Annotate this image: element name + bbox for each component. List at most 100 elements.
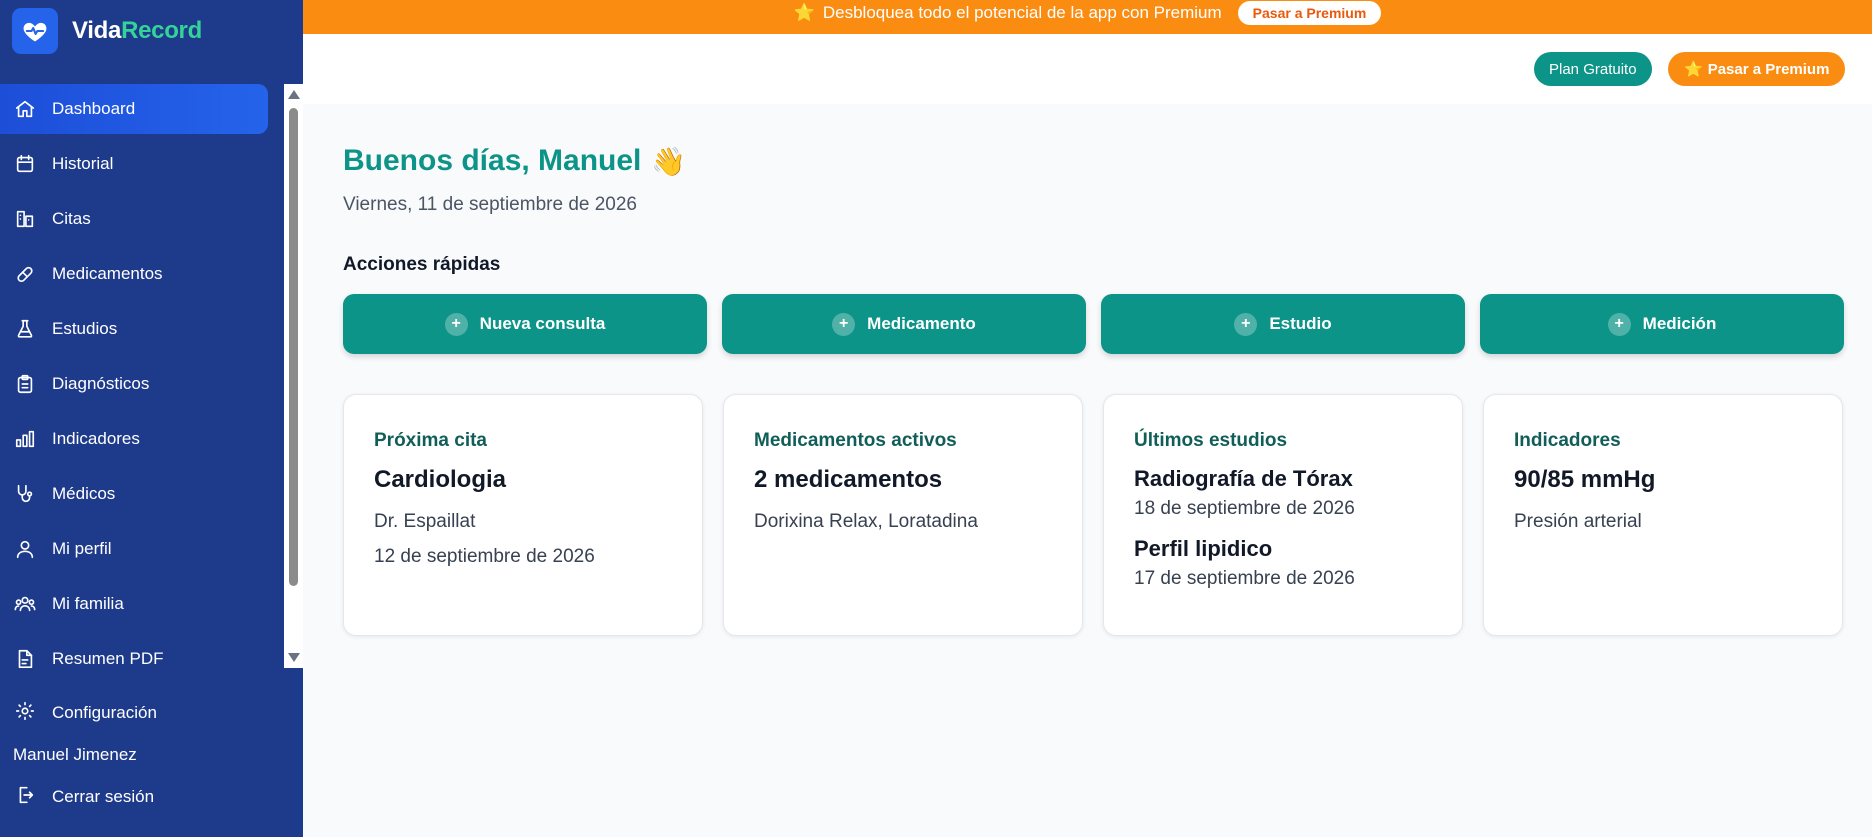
logout-label: Cerrar sesión (52, 787, 155, 806)
sidebar-scrollbar[interactable] (284, 84, 303, 668)
brand-suffix: Record (121, 17, 202, 44)
plus-icon: + (832, 312, 856, 336)
home-icon (14, 98, 36, 120)
star-icon: ⭐ (1684, 61, 1703, 78)
settings-label: Configuración (52, 703, 157, 722)
card-label: Indicadores (1514, 430, 1621, 451)
page-title: Buenos días, Manuel 👋 (343, 144, 686, 178)
scroll-thumb[interactable] (289, 108, 298, 586)
clipboard-icon (14, 373, 36, 395)
sidebar-nav: Dashboard Historial Citas Medicamentos E… (0, 84, 303, 668)
star-icon: ⭐ (793, 3, 815, 22)
brand-name: VidaRecord (72, 17, 202, 45)
stethoscope-icon (14, 483, 36, 505)
appointment-doctor: Dr. Espaillat (374, 511, 476, 532)
study-name: Radiografía de Tórax (1134, 466, 1353, 491)
sidebar-item-citas[interactable]: Citas (0, 194, 268, 244)
upgrade-label: Pasar a Premium (1707, 60, 1830, 78)
quick-actions: + Nueva consulta + Medicamento + Estudio… (343, 294, 1844, 354)
sidebar-item-indicadores[interactable]: Indicadores (0, 414, 268, 464)
quick-action-label: Medicamento (867, 314, 976, 333)
current-date: Viernes, 11 de septiembre de 2026 (343, 194, 637, 215)
sidebar-item-label: Mi familia (52, 594, 124, 613)
sidebar-item-mi-familia[interactable]: Mi familia (0, 579, 268, 629)
plus-icon: + (444, 312, 468, 336)
summary-cards: Próxima cita Cardiologia Dr. Espaillat 1… (343, 394, 1844, 636)
sidebar-item-label: Indicadores (52, 429, 140, 448)
premium-banner: ⭐ Desbloquea todo el potencial de la app… (303, 0, 1872, 34)
heart-pulse-icon (12, 8, 58, 54)
file-pdf-icon (14, 648, 36, 668)
sidebar-item-label: Medicamentos (52, 264, 163, 283)
greeting-text: Buenos días, Manuel (343, 144, 642, 177)
plan-badge-button[interactable]: Plan Gratuito (1534, 52, 1652, 86)
study-date: 17 de septiembre de 2026 (1134, 568, 1355, 589)
quick-actions-title: Acciones rápidas (343, 254, 501, 275)
card-label: Medicamentos activos (754, 430, 957, 451)
study-name: Perfil lipidico (1134, 536, 1273, 561)
calendar-icon (14, 153, 36, 175)
scroll-up-icon[interactable] (288, 90, 300, 99)
add-measurement-button[interactable]: + Medición (1480, 294, 1844, 354)
card-label: Próxima cita (374, 430, 487, 451)
user-name: Manuel Jimenez (13, 745, 137, 764)
sidebar: VidaRecord Dashboard Historial Citas Med… (0, 0, 303, 837)
sidebar-item-label: Historial (52, 154, 114, 173)
brand-prefix: Vida (72, 17, 122, 44)
add-medication-button[interactable]: + Medicamento (722, 294, 1086, 354)
indicator-description: Presión arterial (1514, 511, 1642, 532)
latest-studies-card[interactable]: Últimos estudios Radiografía de Tórax 18… (1103, 394, 1463, 636)
building-icon (14, 208, 36, 230)
sidebar-item-label: Médicos (52, 484, 116, 503)
brand[interactable]: VidaRecord (12, 8, 202, 54)
sidebar-item-label: Dashboard (52, 99, 136, 118)
appointment-specialty: Cardiologia (374, 466, 507, 493)
quick-action-label: Nueva consulta (479, 314, 606, 333)
banner-text: ⭐ Desbloquea todo el potencial de la app… (794, 3, 1222, 23)
sidebar-item-label: Citas (52, 209, 91, 228)
sidebar-item-label: Resumen PDF (52, 649, 164, 668)
sidebar-item-label: Estudios (52, 319, 118, 338)
bar-chart-icon (14, 428, 36, 450)
sidebar-item-diagnosticos[interactable]: Diagnósticos (0, 359, 268, 409)
sidebar-item-historial[interactable]: Historial (0, 139, 268, 189)
sidebar-item-medicamentos[interactable]: Medicamentos (0, 249, 268, 299)
next-appointment-card[interactable]: Próxima cita Cardiologia Dr. Espaillat 1… (343, 394, 703, 636)
sidebar-item-estudios[interactable]: Estudios (0, 304, 268, 354)
study-date: 18 de septiembre de 2026 (1134, 498, 1355, 519)
quick-action-label: Estudio (1269, 314, 1332, 333)
active-medications-card[interactable]: Medicamentos activos 2 medicamentos Dori… (723, 394, 1083, 636)
upgrade-premium-button[interactable]: ⭐ Pasar a Premium (1668, 52, 1846, 86)
medications-count: 2 medicamentos (754, 466, 943, 493)
plus-icon: + (1234, 312, 1258, 336)
sidebar-item-dashboard[interactable]: Dashboard (0, 84, 268, 134)
indicators-card[interactable]: Indicadores 90/85 mmHg Presión arterial (1483, 394, 1843, 636)
sidebar-item-mi-perfil[interactable]: Mi perfil (0, 524, 268, 574)
logout-icon (14, 784, 36, 811)
logout-button[interactable]: Cerrar sesión (0, 772, 303, 822)
banner-message: Desbloquea todo el potencial de la app c… (822, 3, 1222, 22)
indicator-value: 90/85 mmHg (1514, 466, 1656, 493)
header: Plan Gratuito ⭐ Pasar a Premium (303, 34, 1872, 104)
users-icon (14, 593, 36, 615)
banner-upgrade-button[interactable]: Pasar a Premium (1237, 1, 1382, 25)
pill-icon (14, 263, 36, 285)
scroll-down-icon[interactable] (288, 653, 300, 662)
card-label: Últimos estudios (1134, 430, 1288, 451)
gear-icon (14, 700, 36, 727)
settings-button[interactable]: Configuración (0, 688, 303, 738)
appointment-date: 12 de septiembre de 2026 (374, 546, 595, 567)
medications-list: Dorixina Relax, Loratadina (754, 511, 978, 532)
sidebar-item-resumen-pdf[interactable]: Resumen PDF (0, 634, 268, 668)
quick-action-label: Medición (1642, 314, 1717, 333)
plus-icon: + (1607, 312, 1631, 336)
flask-icon (14, 318, 36, 340)
sidebar-item-label: Diagnósticos (52, 374, 150, 393)
add-study-button[interactable]: + Estudio (1101, 294, 1465, 354)
user-icon (14, 538, 36, 560)
wave-hand-icon: 👋 (651, 145, 687, 177)
sidebar-footer: Configuración Manuel Jimenez Cerrar sesi… (0, 688, 303, 822)
sidebar-item-label: Mi perfil (52, 539, 112, 558)
new-consultation-button[interactable]: + Nueva consulta (343, 294, 707, 354)
sidebar-item-medicos[interactable]: Médicos (0, 469, 268, 519)
